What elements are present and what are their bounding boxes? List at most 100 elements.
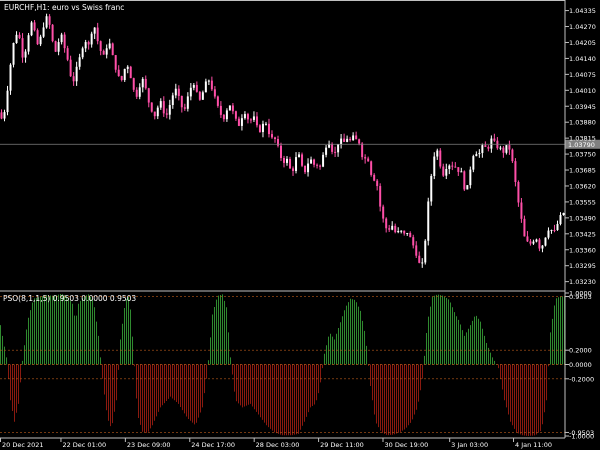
candle-body <box>252 116 255 120</box>
candle-body <box>346 138 349 142</box>
candle-body <box>409 232 412 238</box>
price-tick-label: 1.04075 <box>569 71 596 79</box>
candle-body <box>373 174 376 181</box>
candle-body <box>391 225 394 230</box>
candle-body <box>279 145 282 158</box>
candle-body <box>237 118 240 126</box>
candle-body <box>289 158 292 169</box>
candle-body <box>379 186 382 207</box>
candle-body <box>276 138 279 146</box>
candle-body <box>448 165 451 169</box>
candle-body <box>427 201 430 241</box>
candle-body <box>364 157 367 159</box>
candle-body <box>69 59 72 77</box>
candle <box>198 90 201 101</box>
candle-body <box>243 114 246 119</box>
candle-body <box>367 158 370 162</box>
candle <box>54 40 57 53</box>
candle-body <box>204 81 207 93</box>
candle-body <box>0 112 3 119</box>
candle <box>258 124 261 133</box>
candle-body <box>343 138 346 142</box>
candle-body <box>535 239 538 242</box>
candle-body <box>505 145 508 153</box>
candle-body <box>484 145 487 147</box>
candle-body <box>234 111 237 119</box>
candle-body <box>210 80 213 90</box>
candle-body <box>240 118 243 126</box>
candle-body <box>352 135 355 141</box>
candle-body <box>51 24 54 42</box>
candle-body <box>90 33 93 45</box>
candle-body <box>454 166 457 168</box>
candle-body <box>286 158 289 163</box>
candle-body <box>301 154 304 166</box>
candle-body <box>376 180 379 187</box>
candle-body <box>192 85 195 88</box>
candle-body <box>72 76 75 82</box>
candle-body <box>388 228 391 230</box>
candle-body <box>30 22 33 36</box>
candle-body <box>78 57 81 67</box>
candle-body <box>532 241 535 244</box>
candle-body <box>463 171 466 190</box>
candle-body <box>225 110 228 120</box>
candle <box>472 154 475 173</box>
chart-title: EURCHF,H1: euro vs Swiss franc <box>4 3 124 12</box>
candle-body <box>451 165 454 167</box>
candle-body <box>319 165 322 167</box>
candle-body <box>132 78 135 90</box>
candle-body <box>84 42 87 49</box>
candle-body <box>174 88 177 96</box>
candle-body <box>415 245 418 256</box>
candle-body <box>478 152 481 155</box>
candle-body <box>520 202 523 219</box>
candle-body <box>385 218 388 229</box>
candle <box>544 237 547 247</box>
time-tick-label: 22 Dec 01:00 <box>62 441 106 449</box>
candle-body <box>114 55 117 70</box>
candle-body <box>165 113 168 115</box>
candle <box>129 65 132 79</box>
candle <box>424 239 427 265</box>
candle-body <box>439 150 442 167</box>
candle-body <box>123 68 126 81</box>
candle-body <box>168 105 171 115</box>
indicator-tick-label: -0.2000 <box>569 375 594 383</box>
candle-body <box>466 185 469 190</box>
candle <box>466 185 469 190</box>
trading-chart[interactable]: 1.03790 1.043351.042701.042051.041401.04… <box>0 0 600 450</box>
candle-body <box>547 230 550 238</box>
candle-body <box>403 230 406 234</box>
indicator-label: PSO(8,1,1,5) 0.9503 0.0000 0.9503 <box>3 294 136 303</box>
candle-body <box>270 134 273 138</box>
candle-body <box>541 245 544 249</box>
candle-body <box>499 147 502 149</box>
candle-body <box>523 218 526 237</box>
candle-body <box>424 240 427 263</box>
candle-body <box>255 116 258 126</box>
candle-body <box>298 154 301 158</box>
candle-body <box>186 96 189 109</box>
candle-body <box>430 175 433 202</box>
candle <box>123 68 126 82</box>
candle-body <box>111 43 114 56</box>
candle-body <box>63 34 66 49</box>
candle-body <box>457 167 460 172</box>
candle-body <box>153 111 156 117</box>
candle-body <box>81 48 84 58</box>
candle <box>51 24 54 43</box>
candle-body <box>493 138 496 141</box>
candle-body <box>562 213 565 216</box>
candle-body <box>177 88 180 96</box>
price-tick-label: 1.03815 <box>569 135 596 143</box>
candle-body <box>147 88 150 103</box>
candle-body <box>283 157 286 163</box>
indicator-tick-label: 0.0000 <box>569 361 592 369</box>
candle-body <box>508 145 511 150</box>
price-tick-label: 1.04010 <box>569 87 596 95</box>
time-tick-label: 29 Dec 11:00 <box>320 441 364 449</box>
price-tick-label: 1.03230 <box>569 278 596 286</box>
candle-body <box>475 154 478 157</box>
time-tick-label: 30 Dec 19:00 <box>385 441 429 449</box>
